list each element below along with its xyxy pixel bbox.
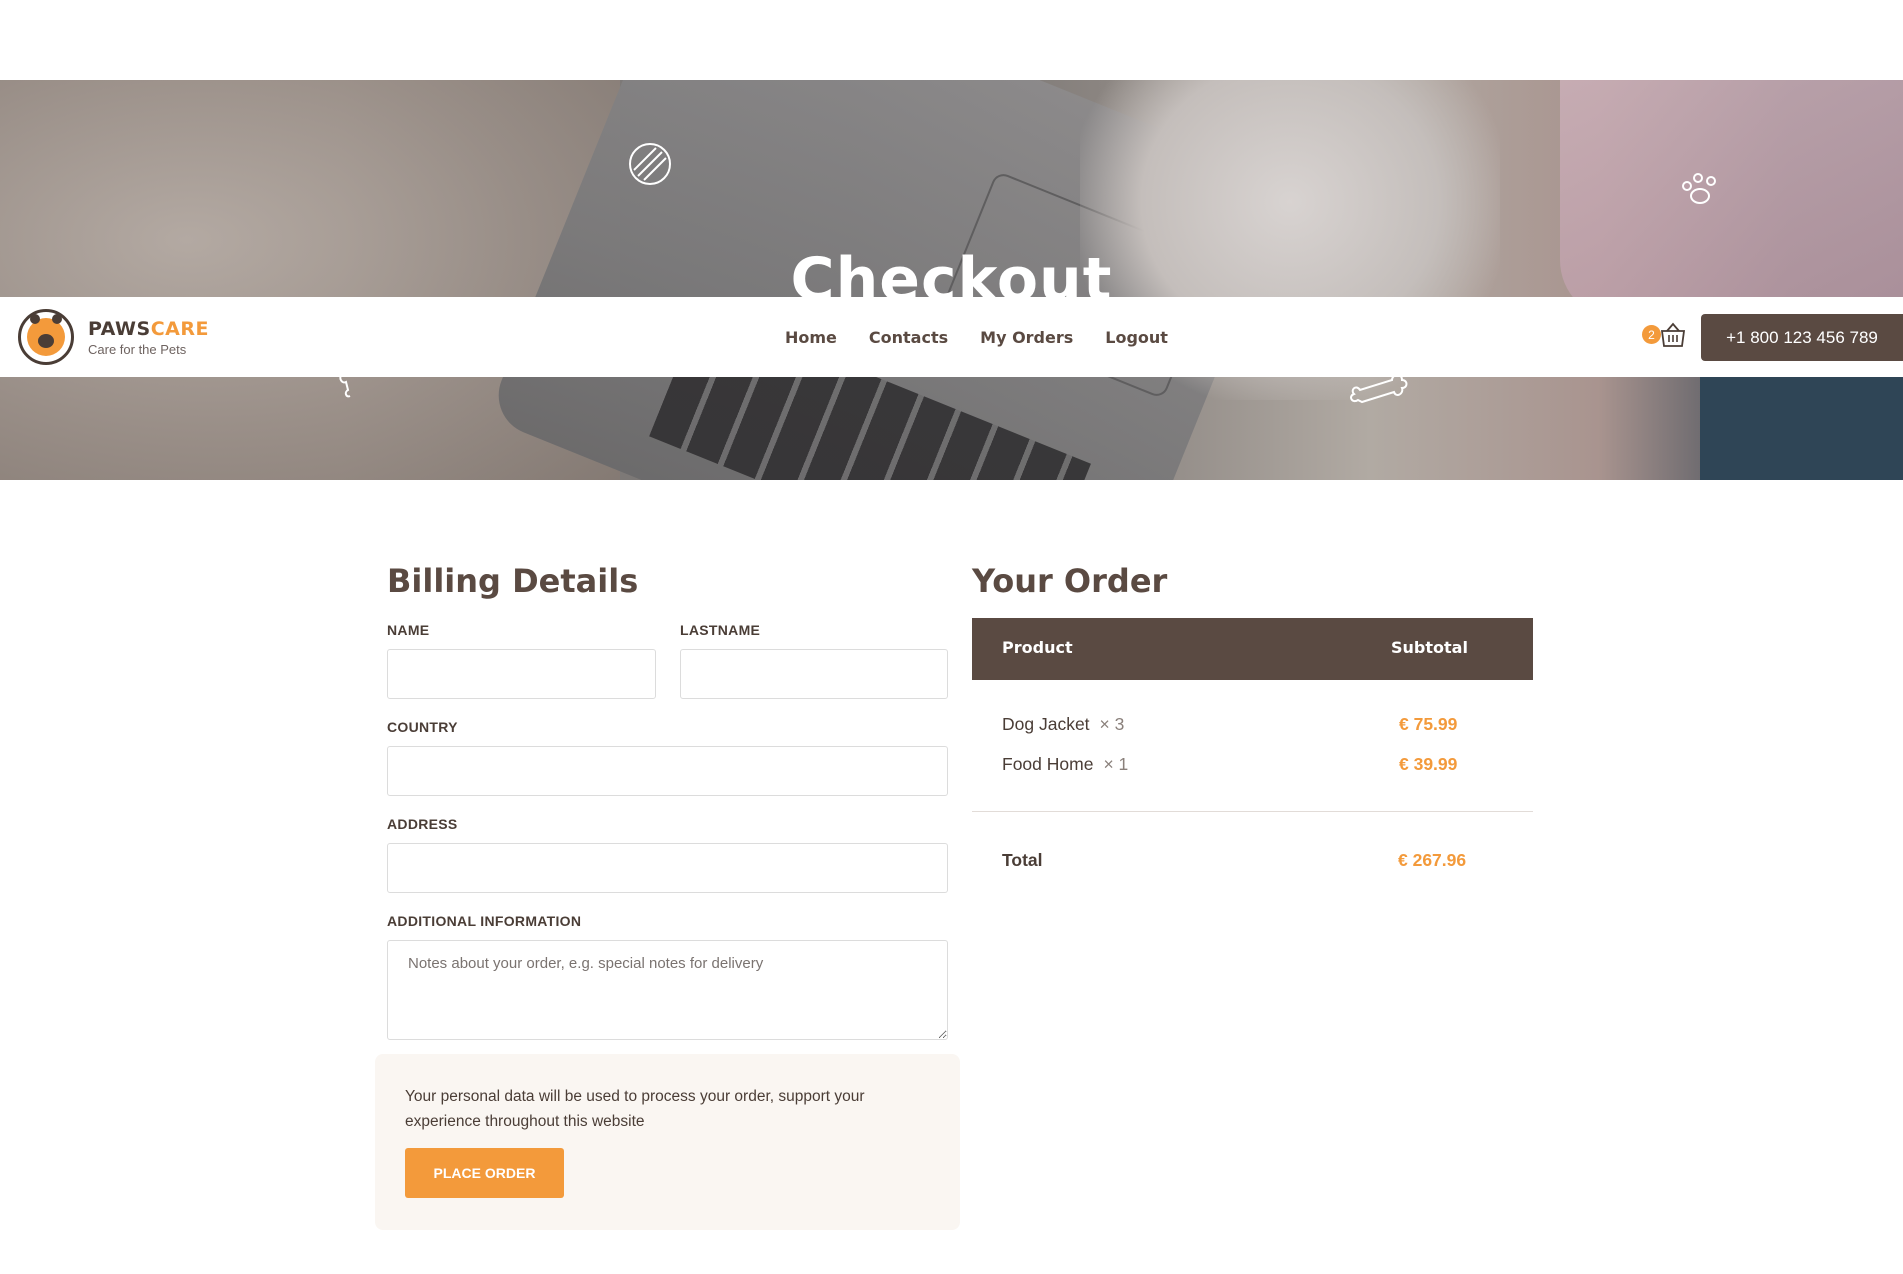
address-input[interactable] xyxy=(387,843,948,893)
order-divider xyxy=(972,811,1533,812)
paw-icon xyxy=(1682,173,1716,204)
nav-home[interactable]: Home xyxy=(785,328,837,347)
lastname-input[interactable] xyxy=(680,649,948,699)
place-order-button[interactable]: PLACE ORDER xyxy=(405,1148,564,1198)
additional-info-label: ADDITIONAL INFORMATION xyxy=(387,913,582,929)
brand-name: PAWSCARE xyxy=(88,318,209,340)
basket-icon xyxy=(1660,322,1686,347)
order-notes-textarea[interactable] xyxy=(387,940,948,1040)
privacy-notice: Your personal data will be used to proce… xyxy=(375,1054,960,1230)
order-item-price: € 75.99 xyxy=(1399,714,1458,734)
phone-button[interactable]: +1 800 123 456 789 xyxy=(1701,314,1903,361)
main-nav: Home Contacts My Orders Logout xyxy=(785,297,1168,377)
order-table-header: Product Subtotal xyxy=(972,618,1533,680)
brand-tagline: Care for the Pets xyxy=(88,341,187,357)
billing-title: Billing Details xyxy=(387,562,639,600)
cart-count-badge: 2 xyxy=(1642,325,1661,344)
address-label: ADDRESS xyxy=(387,816,458,832)
logo-text: PAWSCARE Care for the Pets xyxy=(88,318,209,357)
name-input[interactable] xyxy=(387,649,656,699)
order-item-name: Dog Jacket xyxy=(1002,714,1090,734)
order-item-row: Dog Jacket × 3 xyxy=(1002,714,1124,735)
nav-contacts[interactable]: Contacts xyxy=(869,328,948,347)
privacy-text: Your personal data will be used to proce… xyxy=(405,1088,865,1130)
order-title: Your Order xyxy=(972,562,1168,600)
nav-my-orders[interactable]: My Orders xyxy=(980,328,1073,347)
order-item-qty: × 1 xyxy=(1103,754,1129,774)
order-item-row: Food Home × 1 xyxy=(1002,754,1128,775)
name-label: NAME xyxy=(387,622,430,638)
order-item-name: Food Home xyxy=(1002,754,1094,774)
lastname-label: LASTNAME xyxy=(680,622,761,638)
ball-icon xyxy=(629,143,671,185)
cart-button[interactable]: 2 xyxy=(1642,321,1688,353)
total-value: € 267.96 xyxy=(1398,850,1467,870)
col-subtotal: Subtotal xyxy=(1391,638,1468,657)
site-logo[interactable]: PAWSCARE Care for the Pets xyxy=(18,309,209,365)
nav-logout[interactable]: Logout xyxy=(1105,328,1168,347)
order-item-qty: × 3 xyxy=(1099,714,1125,734)
country-label: COUNTRY xyxy=(387,719,458,735)
brand-name-part1: PAWS xyxy=(88,317,151,340)
logo-badge-icon xyxy=(18,309,74,365)
dog-face-icon xyxy=(27,314,65,356)
country-input[interactable] xyxy=(387,746,948,796)
hero-banner: Checkout xyxy=(0,80,1903,480)
col-product: Product xyxy=(1002,638,1073,657)
order-item-price: € 39.99 xyxy=(1399,754,1458,774)
total-label: Total xyxy=(1002,850,1043,870)
navbar: PAWSCARE Care for the Pets Home Contacts… xyxy=(0,297,1903,377)
brand-name-part2: CARE xyxy=(150,317,209,340)
